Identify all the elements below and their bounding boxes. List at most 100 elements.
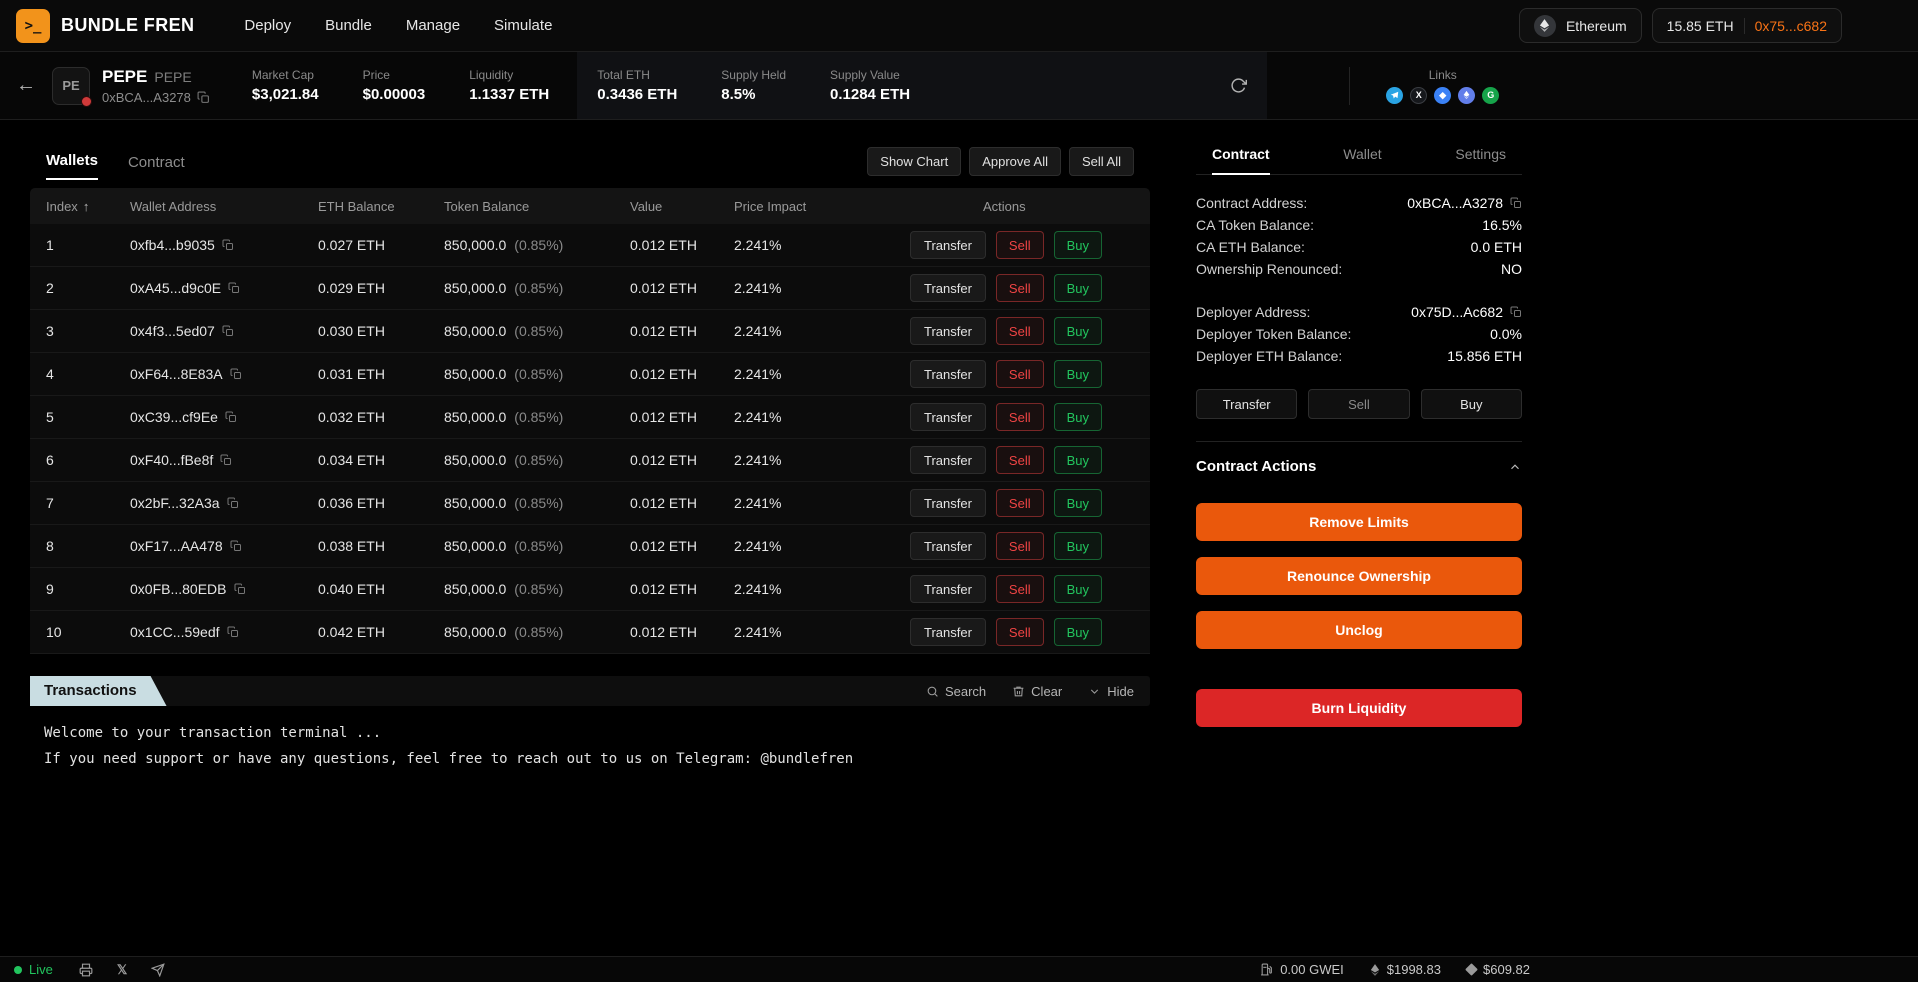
copy-icon[interactable]: [225, 411, 237, 423]
buy-button[interactable]: Buy: [1054, 532, 1102, 560]
copy-icon[interactable]: [227, 626, 239, 638]
nav-simulate[interactable]: Simulate: [494, 17, 552, 34]
burn-liquidity-button[interactable]: Burn Liquidity: [1196, 689, 1522, 727]
sell-button[interactable]: Sell: [996, 618, 1044, 646]
transfer-button[interactable]: Transfer: [910, 618, 986, 646]
deployer-transfer-button[interactable]: Transfer: [1196, 389, 1297, 419]
clear-button[interactable]: Clear: [1012, 684, 1062, 699]
contract-actions-header[interactable]: Contract Actions: [1196, 441, 1522, 489]
copy-icon[interactable]: [227, 497, 239, 509]
buy-button[interactable]: Buy: [1054, 231, 1102, 259]
brand-name: BUNDLE FREN: [61, 15, 194, 36]
copy-icon[interactable]: [230, 368, 242, 380]
printer-icon[interactable]: [79, 963, 93, 977]
deployer-sell-button[interactable]: Sell: [1308, 389, 1409, 419]
sell-all-button[interactable]: Sell All: [1069, 147, 1134, 176]
copy-icon[interactable]: [222, 239, 234, 251]
brand-logo[interactable]: >_: [16, 9, 50, 43]
nav-bundle[interactable]: Bundle: [325, 17, 372, 34]
transfer-button[interactable]: Transfer: [910, 532, 986, 560]
status-bar: Live 𝕏 0.00 GWEI $1998.83 $609.82: [0, 956, 1918, 982]
wallet-address: 0x4f3...5ed07: [130, 323, 215, 339]
copy-icon[interactable]: [234, 583, 246, 595]
col-index[interactable]: Index↑: [46, 199, 130, 214]
telegram-icon[interactable]: [1386, 87, 1403, 104]
sell-button[interactable]: Sell: [996, 489, 1044, 517]
network-name: Ethereum: [1566, 18, 1627, 34]
wallet-address: 0xF64...8E83A: [130, 366, 223, 382]
tab-contract[interactable]: Contract: [128, 154, 185, 180]
transfer-button[interactable]: Transfer: [910, 231, 986, 259]
transfer-button[interactable]: Transfer: [910, 274, 986, 302]
remove-limits-button[interactable]: Remove Limits: [1196, 503, 1522, 541]
copy-icon[interactable]: [222, 325, 234, 337]
live-status-icon: [14, 966, 22, 974]
transfer-button[interactable]: Transfer: [910, 317, 986, 345]
geckoterminal-icon[interactable]: G: [1482, 87, 1499, 104]
renounce-ownership-button[interactable]: Renounce Ownership: [1196, 557, 1522, 595]
wallet-value: 0.012 ETH: [630, 409, 734, 425]
buy-button[interactable]: Buy: [1054, 403, 1102, 431]
terminal-icon: >_: [25, 18, 42, 34]
tab-settings[interactable]: Settings: [1455, 146, 1506, 174]
transfer-button[interactable]: Transfer: [910, 360, 986, 388]
approve-all-button[interactable]: Approve All: [969, 147, 1061, 176]
sell-button[interactable]: Sell: [996, 446, 1044, 474]
chevron-up-icon[interactable]: [1508, 460, 1522, 474]
nav-manage[interactable]: Manage: [406, 17, 460, 34]
stat-value: $3,021.84: [252, 86, 319, 103]
buy-button[interactable]: Buy: [1054, 274, 1102, 302]
terminal-line: Welcome to your transaction terminal ...: [44, 720, 1136, 746]
wallet-token-pct: (0.85%): [514, 624, 563, 640]
ethereum-icon[interactable]: [1458, 87, 1475, 104]
buy-button[interactable]: Buy: [1054, 575, 1102, 603]
dexscreener-icon[interactable]: ◆: [1434, 87, 1451, 104]
wallet-index: 2: [46, 280, 130, 296]
sell-button[interactable]: Sell: [996, 231, 1044, 259]
transfer-button[interactable]: Transfer: [910, 575, 986, 603]
hide-button[interactable]: Hide: [1088, 684, 1134, 699]
transfer-button[interactable]: Transfer: [910, 403, 986, 431]
buy-button[interactable]: Buy: [1054, 360, 1102, 388]
telegram-icon[interactable]: [151, 963, 165, 977]
sell-button[interactable]: Sell: [996, 317, 1044, 345]
wallet-balance-box[interactable]: 15.85 ETH 0x75...c682: [1652, 8, 1842, 43]
sell-button[interactable]: Sell: [996, 575, 1044, 603]
sell-button[interactable]: Sell: [996, 532, 1044, 560]
transfer-button[interactable]: Transfer: [910, 446, 986, 474]
buy-button[interactable]: Buy: [1054, 446, 1102, 474]
wallet-eth-balance: 0.042 ETH: [318, 624, 444, 640]
x-icon[interactable]: 𝕏: [117, 962, 127, 978]
deployer-address: 0x75D...Ac682: [1411, 304, 1503, 320]
deployer-buy-button[interactable]: Buy: [1421, 389, 1522, 419]
network-selector[interactable]: Ethereum: [1519, 8, 1642, 43]
sell-button[interactable]: Sell: [996, 360, 1044, 388]
wallet-price-impact: 2.241%: [734, 237, 882, 253]
copy-icon[interactable]: [197, 91, 210, 104]
sell-button[interactable]: Sell: [996, 274, 1044, 302]
x-icon[interactable]: X: [1410, 87, 1427, 104]
copy-icon[interactable]: [1510, 197, 1522, 209]
copy-icon[interactable]: [1510, 306, 1522, 318]
show-chart-button[interactable]: Show Chart: [867, 147, 961, 176]
copy-icon[interactable]: [228, 282, 240, 294]
nav-deploy[interactable]: Deploy: [244, 17, 291, 34]
transfer-button[interactable]: Transfer: [910, 489, 986, 517]
links-section: Links X ◆ G: [1386, 68, 1499, 104]
wallet-index: 10: [46, 624, 130, 640]
copy-icon[interactable]: [230, 540, 242, 552]
back-button[interactable]: ←: [16, 74, 36, 97]
buy-button[interactable]: Buy: [1054, 489, 1102, 517]
buy-button[interactable]: Buy: [1054, 317, 1102, 345]
wallet-token-balance: 850,000.0: [444, 237, 506, 253]
sell-button[interactable]: Sell: [996, 403, 1044, 431]
wallet-row: 3 0x4f3...5ed07 0.030 ETH 850,000.0(0.85…: [30, 310, 1150, 353]
unclog-button[interactable]: Unclog: [1196, 611, 1522, 649]
tab-contract-info[interactable]: Contract: [1212, 146, 1270, 175]
buy-button[interactable]: Buy: [1054, 618, 1102, 646]
search-button[interactable]: Search: [926, 684, 986, 699]
tab-wallet-info[interactable]: Wallet: [1343, 146, 1381, 174]
refresh-button[interactable]: [1230, 77, 1247, 94]
tab-wallets[interactable]: Wallets: [46, 152, 98, 180]
copy-icon[interactable]: [220, 454, 232, 466]
